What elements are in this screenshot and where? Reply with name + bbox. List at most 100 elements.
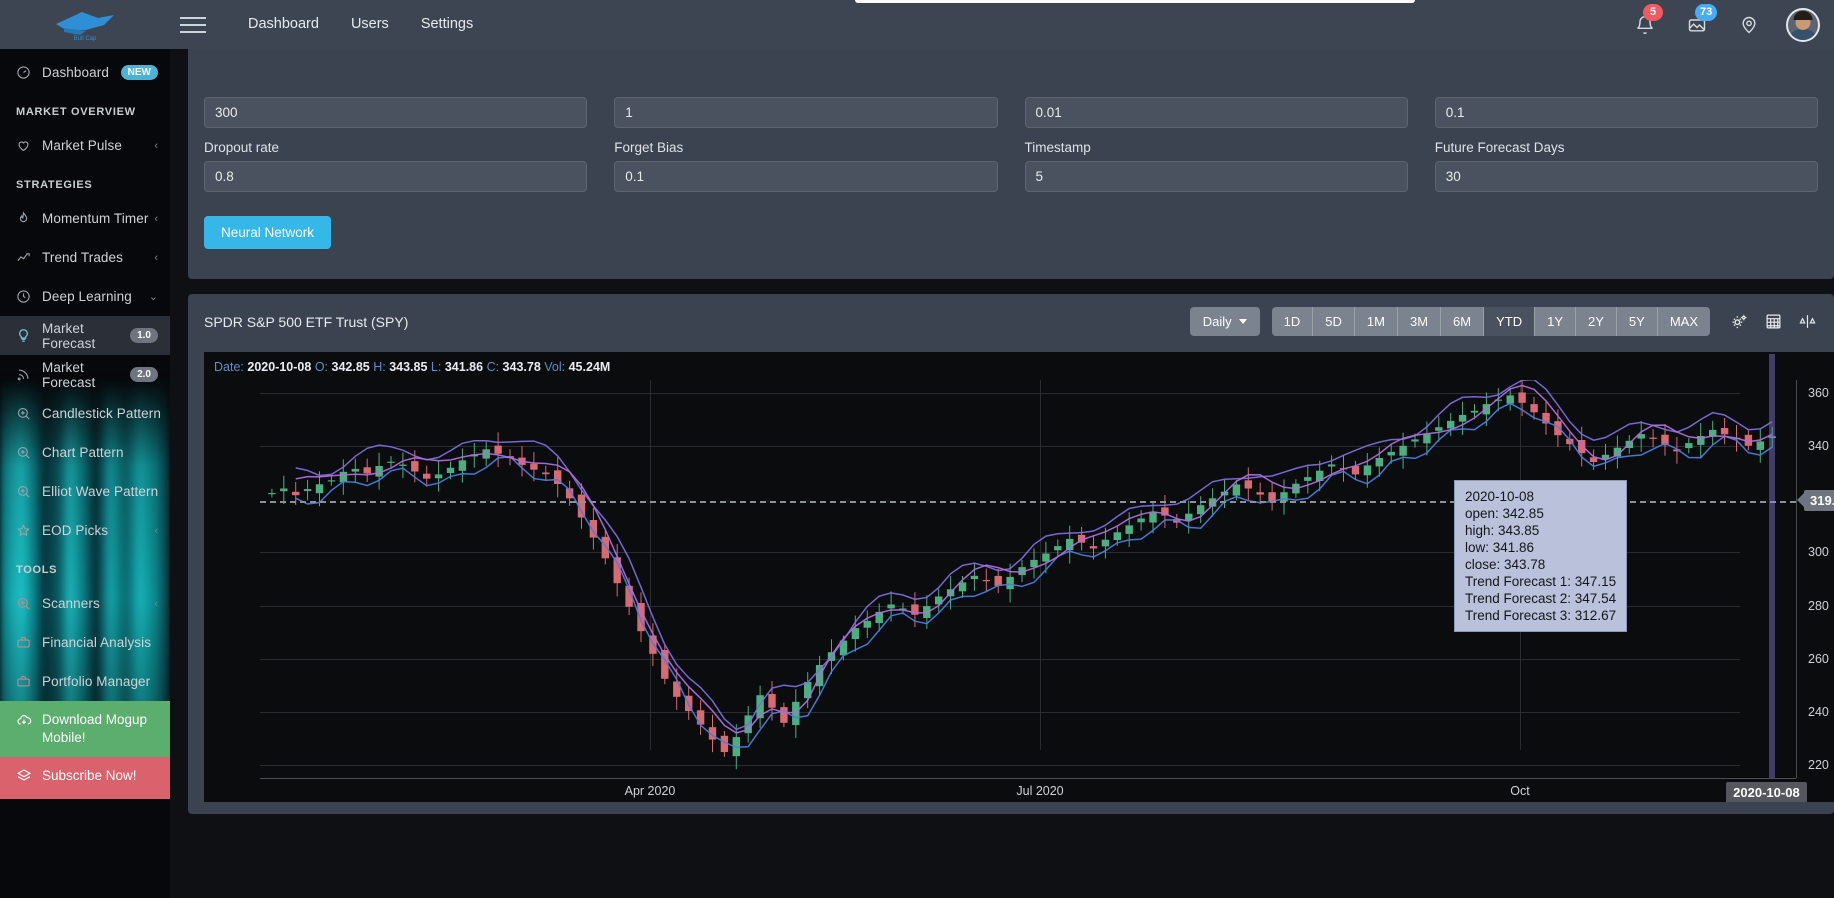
param-label-dropout-rate: Dropout rate [204, 140, 587, 155]
chart-table-button[interactable] [1756, 305, 1790, 337]
params-row-1 [188, 97, 1834, 128]
range-button-5y[interactable]: 5Y [1617, 307, 1658, 336]
future-forecast-days-input[interactable] [1435, 161, 1818, 192]
main-content: Dropout rate Forget Bias Timestamp Futur… [170, 49, 1834, 898]
gauge-icon [16, 65, 42, 80]
range-button-1m[interactable]: 1M [1355, 307, 1398, 336]
sidebar-item-deep-learning[interactable]: Deep Learning ⌄ [0, 277, 170, 316]
range-button-2y[interactable]: 2Y [1576, 307, 1617, 336]
param-label-future-forecast-days: Future Forecast Days [1435, 140, 1818, 155]
sidebar-item-momentum-timer[interactable]: Momentum Timer ‹ [0, 199, 170, 238]
param-input-1[interactable] [204, 97, 587, 128]
y-axis-line [1796, 380, 1797, 778]
x-axis-tick-label: Oct [1510, 784, 1529, 798]
chevron-left-icon: ‹ [154, 140, 170, 152]
timestamp-input[interactable] [1025, 161, 1408, 192]
sidebar-item-portfolio-manager[interactable]: Portfolio Manager [0, 662, 170, 701]
svg-text:Bull Cap: Bull Cap [74, 36, 97, 42]
sidebar-item-market-forecast-2[interactable]: Market Forecast 2.0 [0, 355, 170, 394]
param-field-4 [1435, 97, 1818, 128]
chart-settings-button[interactable] [1722, 305, 1756, 337]
chart-card: SPDR S&P 500 ETF Trust (SPY) Daily 1D 5D… [188, 294, 1834, 814]
chart-plot-area[interactable]: Date: 2020-10-08 O: 342.85 H: 343.85 L: … [204, 352, 1834, 802]
sidebar-item-label: Market Forecast [42, 360, 130, 390]
sidebar-item-market-pulse[interactable]: Market Pulse ‹ [0, 126, 170, 165]
briefcase-icon [16, 674, 42, 689]
y-axis-tick-label: 240 [1808, 705, 1829, 719]
param-input-2[interactable] [614, 97, 997, 128]
sidebar-item-label: Market Forecast [42, 321, 130, 351]
sidebar-item-financial-analysis[interactable]: Financial Analysis [0, 623, 170, 662]
chart-compare-button[interactable] [1790, 305, 1824, 337]
nav-link-users[interactable]: Users [335, 0, 405, 49]
sidebar-item-label: Scanners [42, 596, 154, 611]
zoom-in-icon [16, 596, 42, 611]
tooltip-low: low: 341.86 [1465, 539, 1616, 556]
range-button-6m[interactable]: 6M [1441, 307, 1484, 336]
range-button-max[interactable]: MAX [1658, 307, 1710, 336]
cogs-icon [1731, 313, 1748, 330]
nav-link-dashboard[interactable]: Dashboard [232, 0, 335, 49]
sidebar-item-eod-picks[interactable]: EOD Picks ‹ [0, 511, 170, 550]
brand-logo[interactable]: Bull Cap [0, 0, 170, 49]
user-avatar[interactable] [1786, 8, 1820, 42]
range-button-1y[interactable]: 1Y [1535, 307, 1576, 336]
y-axis-tick-label: 360 [1808, 386, 1829, 400]
sidebar-cta-download-mobile[interactable]: Download Mogup Mobile! [0, 701, 170, 757]
cloud-download-icon [16, 711, 42, 733]
sidebar-item-dashboard[interactable]: Dashboard NEW [0, 53, 170, 92]
param-label-timestamp: Timestamp [1025, 140, 1408, 155]
zoom-in-icon [16, 484, 42, 499]
sidebar-item-chart-pattern[interactable]: Chart Pattern [0, 433, 170, 472]
param-input-3[interactable] [1025, 97, 1408, 128]
sidebar-badge-version: 1.0 [130, 328, 158, 343]
y-axis-tick-label: 260 [1808, 652, 1829, 666]
last-price-tag: 319.52 [1804, 490, 1834, 511]
layers-icon [16, 767, 42, 789]
tooltip-date: 2020-10-08 [1465, 488, 1616, 505]
param-input-4[interactable] [1435, 97, 1818, 128]
range-button-ytd[interactable]: YTD [1484, 307, 1535, 336]
interval-dropdown[interactable]: Daily [1190, 307, 1260, 336]
location-button[interactable] [1734, 10, 1764, 40]
dropout-rate-input[interactable] [204, 161, 587, 192]
x-axis-date-tag: 2020-10-08 [1726, 782, 1807, 802]
sidebar-item-label: Dashboard [42, 65, 121, 80]
chart-tool-icons [1722, 305, 1824, 337]
tooltip-high: high: 343.85 [1465, 522, 1616, 539]
sidebar-item-scanners[interactable]: Scanners ‹ [0, 584, 170, 623]
range-button-3m[interactable]: 3M [1398, 307, 1441, 336]
y-axis-tick-label: 340 [1808, 439, 1829, 453]
chart-title: SPDR S&P 500 ETF Trust (SPY) [204, 314, 408, 330]
neural-network-submit-button[interactable]: Neural Network [204, 216, 331, 249]
hamburger-icon [180, 17, 206, 19]
range-button-5d[interactable]: 5D [1313, 307, 1355, 336]
ohlc-open-key: O: [315, 360, 328, 374]
x-axis-tick-label: Jul 2020 [1016, 784, 1063, 798]
notifications-button[interactable]: 5 [1630, 10, 1660, 40]
sidebar-item-label: Portfolio Manager [42, 674, 170, 689]
param-field-forget-bias: Forget Bias [614, 128, 997, 192]
avatar-body [1789, 29, 1817, 42]
forget-bias-input[interactable] [614, 161, 997, 192]
notifications-badge: 5 [1643, 4, 1663, 21]
messages-button[interactable]: 73 [1682, 10, 1712, 40]
sidebar-section-strategies: STRATEGIES [0, 165, 170, 199]
sidebar-item-elliot-wave-pattern[interactable]: Elliot Wave Pattern [0, 472, 170, 511]
sidebar-item-market-forecast-1[interactable]: Market Forecast 1.0 [0, 316, 170, 355]
x-axis-line [260, 778, 1796, 779]
range-button-1d[interactable]: 1D [1272, 307, 1314, 336]
sidebar-cta-label: Download Mogup Mobile! [42, 711, 160, 747]
bulb-icon [16, 328, 42, 343]
sidebar-cta-subscribe[interactable]: Subscribe Now! [0, 757, 170, 799]
params-row-2: Dropout rate Forget Bias Timestamp Futur… [188, 128, 1834, 192]
menu-toggle-button[interactable] [170, 0, 216, 49]
sidebar-item-candlestick-pattern[interactable]: Candlestick Pattern [0, 394, 170, 433]
ohlc-high-key: H: [373, 360, 386, 374]
nav-link-settings[interactable]: Settings [405, 0, 489, 49]
y-axis-tick-label: 280 [1808, 599, 1829, 613]
sidebar-section-tools: TOOLS [0, 550, 170, 584]
sidebar-scroll-area[interactable]: Dashboard NEW MARKET OVERVIEW Market Pul… [0, 49, 170, 898]
sidebar-item-trend-trades[interactable]: Trend Trades ‹ [0, 238, 170, 277]
ohlc-open-value: 342.85 [332, 360, 370, 374]
